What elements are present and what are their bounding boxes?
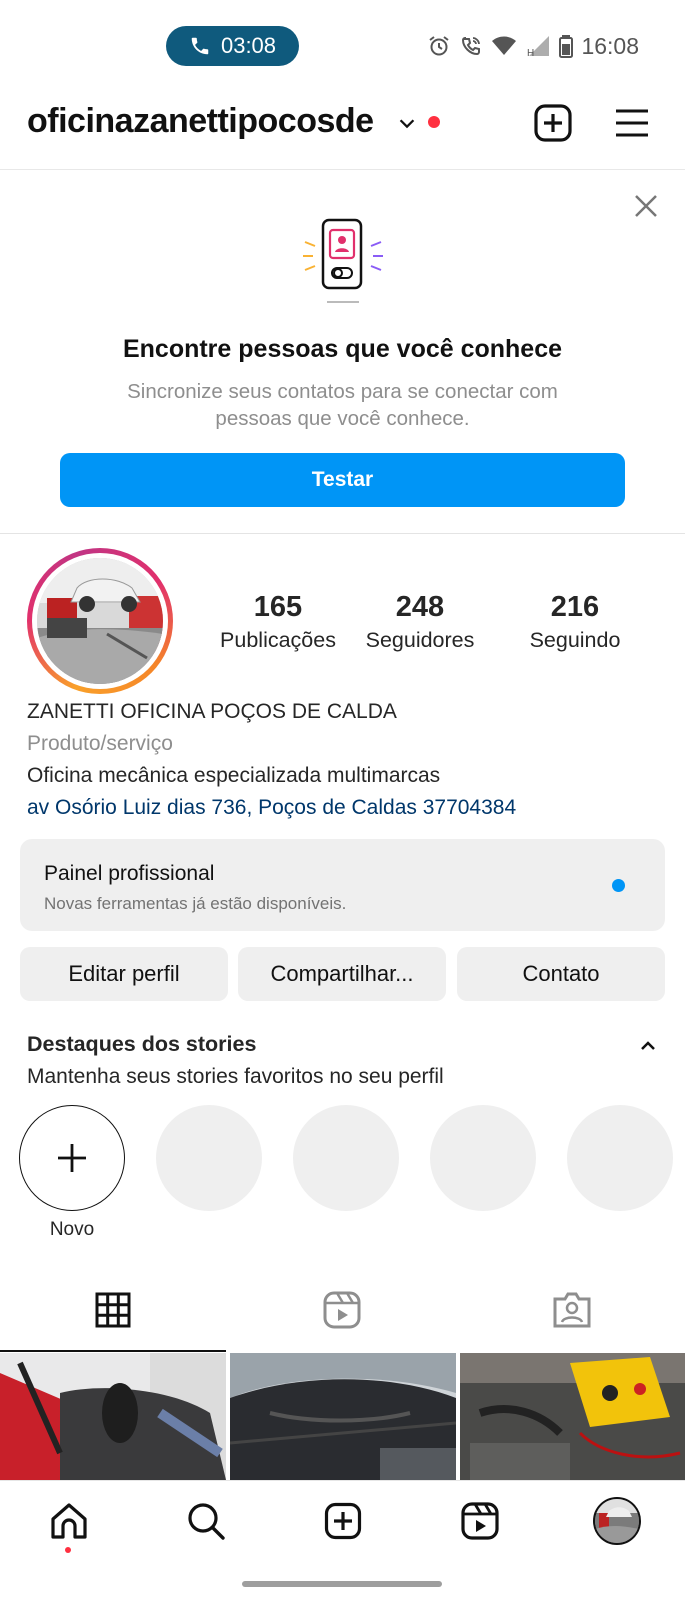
profile-address-link[interactable]: av Osório Luiz dias 736, Poços de Caldas… — [27, 792, 667, 824]
chevron-up-icon[interactable] — [639, 1038, 657, 1052]
home-icon — [50, 1503, 87, 1539]
ongoing-call-pill[interactable]: 03:08 — [166, 26, 299, 66]
profile-name: ZANETTI OFICINA POÇOS DE CALDA — [27, 700, 397, 723]
find-people-title: Encontre pessoas que você conhece — [122, 335, 563, 363]
stat-posts-label: Publicações — [220, 628, 336, 652]
tab-reels[interactable] — [229, 1268, 455, 1352]
active-tab-indicator — [0, 1350, 226, 1352]
highlights-row: Novo — [0, 1105, 685, 1245]
highlight-placeholder — [430, 1105, 536, 1211]
edit-profile-button[interactable]: Editar perfil — [20, 947, 228, 1001]
profile-avatar — [37, 558, 163, 684]
highlight-placeholder — [156, 1105, 262, 1211]
bottom-navigation — [0, 1480, 685, 1600]
new-highlight-button[interactable] — [19, 1105, 125, 1211]
reels-icon — [460, 1502, 499, 1540]
system-home-indicator[interactable] — [242, 1581, 442, 1587]
chevron-down-icon[interactable] — [396, 112, 418, 134]
account-switcher[interactable]: oficinazanettipocosde — [27, 102, 374, 141]
stat-followers-value: 248 — [395, 591, 445, 623]
alarm-icon — [429, 36, 450, 56]
new-indicator-dot — [612, 879, 625, 892]
new-highlight-label: Novo — [49, 1219, 95, 1240]
nav-create[interactable] — [274, 1481, 411, 1561]
svg-text:H: H — [527, 48, 534, 58]
stat-following[interactable]: 216 Seguindo — [500, 590, 650, 653]
professional-dashboard[interactable]: Painel profissional Novas ferramentas já… — [20, 839, 665, 931]
signal-icon: H — [527, 36, 550, 58]
stat-following-label: Seguindo — [529, 628, 621, 652]
notification-dot — [428, 116, 440, 128]
stat-followers-label: Seguidores — [365, 628, 475, 652]
clock: 16:08 — [581, 32, 639, 59]
stat-following-value: 216 — [550, 591, 600, 623]
highlights-title[interactable]: Destaques dos stories — [27, 1032, 256, 1057]
profile-avatar-small — [592, 1497, 641, 1545]
profile-stats: 165 Publicações 248 Seguidores 216 Segui… — [203, 590, 673, 660]
nav-reels[interactable] — [411, 1481, 548, 1561]
highlights-subtitle: Mantenha seus stories favoritos no seu p… — [27, 1065, 444, 1088]
nav-search[interactable] — [137, 1481, 274, 1561]
profile-header: oficinazanettipocosde — [0, 92, 685, 170]
profile-actions: Editar perfil Compartilhar... Contato — [20, 947, 665, 1001]
wifi-icon — [492, 36, 517, 55]
stat-followers[interactable]: 248 Seguidores — [345, 590, 495, 653]
profile-description: Oficina mecânica especializada multimarc… — [27, 764, 441, 787]
share-profile-button[interactable]: Compartilhar... — [238, 947, 446, 1001]
panel-title: Painel profissional — [44, 862, 215, 885]
panel-subtitle: Novas ferramentas já estão disponíveis. — [44, 894, 347, 913]
call-timer: 03:08 — [220, 33, 277, 58]
tagged-icon — [553, 1292, 591, 1328]
post-thumbnail[interactable] — [0, 1353, 226, 1480]
close-icon[interactable] — [634, 194, 658, 218]
stat-posts[interactable]: 165 Publicações — [203, 590, 353, 653]
home-notification-dot — [65, 1547, 71, 1553]
menu-icon[interactable] — [614, 105, 650, 141]
grid-icon — [95, 1292, 131, 1328]
profile-content-tabs — [0, 1268, 685, 1352]
find-people-card: Encontre pessoas que você conhece Sincro… — [0, 170, 685, 534]
posts-grid — [0, 1353, 685, 1480]
reels-icon — [323, 1291, 361, 1329]
tab-posts-grid[interactable] — [0, 1268, 226, 1352]
highlight-placeholder — [567, 1105, 673, 1211]
create-post-icon[interactable] — [533, 103, 573, 143]
try-button[interactable]: Testar — [60, 453, 625, 507]
battery-icon — [559, 35, 574, 58]
find-people-subtitle: Sincronize seus contatos para se conecta… — [127, 380, 558, 430]
profile-bio: ZANETTI OFICINA POÇOS DE CALDA Produto/s… — [27, 696, 667, 824]
status-bar: 03:08 H 16:08 — [0, 0, 685, 92]
phone-icon — [191, 37, 209, 55]
profile-category: Produto/serviço — [27, 732, 173, 755]
post-thumbnail[interactable] — [230, 1353, 456, 1480]
plus-icon — [58, 1144, 86, 1172]
highlight-placeholder — [293, 1105, 399, 1211]
create-icon — [324, 1502, 361, 1540]
nav-home[interactable] — [0, 1481, 137, 1561]
contacts-phone-icon — [303, 218, 383, 303]
search-icon — [187, 1503, 225, 1540]
wifi-call-icon — [462, 36, 481, 56]
tab-tagged[interactable] — [459, 1268, 685, 1352]
post-thumbnail[interactable] — [460, 1353, 685, 1480]
profile-avatar-story-ring[interactable] — [27, 548, 173, 694]
stat-posts-value: 165 — [253, 591, 303, 623]
nav-profile[interactable] — [548, 1481, 685, 1561]
contact-button[interactable]: Contato — [457, 947, 665, 1001]
